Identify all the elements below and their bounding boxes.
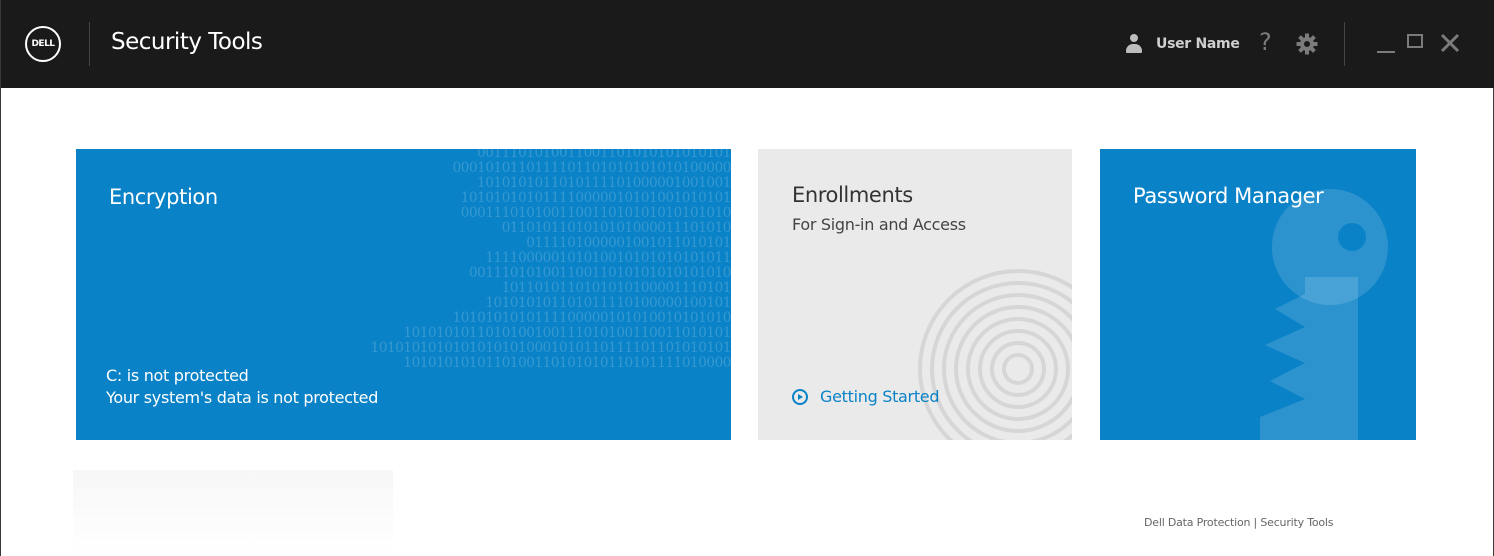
password-manager-tile[interactable]: Password Manager: [1100, 149, 1416, 440]
binary-row: 1010101011010111101000001001001: [477, 175, 731, 191]
binary-row: 1010101011010100100111010100110011010101: [403, 325, 731, 341]
binary-row: 0111101000001001011010101: [526, 235, 731, 251]
binary-row: 000111010100110011010101010101010: [460, 205, 731, 221]
encryption-title: Encryption: [109, 185, 218, 209]
binary-pattern: 0011101010011001101010101010101 000101011…: [311, 149, 731, 371]
binary-row: 00111010100110011010101010101010: [468, 265, 731, 281]
title-bar: DELL Security Tools User Name ?: [1, 0, 1494, 88]
app-window: DELL Security Tools User Name ? 00111010…: [0, 0, 1494, 556]
user-name[interactable]: User Name: [1156, 36, 1240, 52]
binary-row: 1010101010111100000101010010101010: [452, 310, 731, 326]
encryption-status: C: is not protected Your system's data i…: [106, 365, 378, 409]
title-divider: [89, 22, 90, 66]
app-title: Security Tools: [111, 29, 263, 55]
binary-row: 0110101101010101000011101010: [501, 220, 731, 236]
fingerprint-icon: [918, 269, 1072, 440]
user-icon[interactable]: [1125, 34, 1143, 54]
enrollments-subtitle: For Sign-in and Access: [792, 215, 966, 234]
enrollments-tile[interactable]: Enrollments For Sign-in and Access Getti…: [758, 149, 1072, 440]
getting-started-link[interactable]: Getting Started: [792, 387, 940, 406]
system-status-text: Your system's data is not protected: [106, 388, 379, 407]
maximize-icon[interactable]: [1403, 28, 1433, 58]
dell-logo: DELL: [25, 26, 61, 62]
binary-row: 101010101011110000010101001010101: [460, 190, 731, 206]
close-icon[interactable]: [1435, 28, 1465, 58]
enrollments-title: Enrollments: [792, 183, 913, 207]
footer-text: Dell Data Protection | Security Tools: [1144, 516, 1334, 529]
binary-row: 1010101010101010101000101011011110110101…: [370, 340, 731, 356]
binary-row: 1011010110101010100001110101: [501, 280, 731, 296]
logo-text: DELL: [31, 39, 55, 49]
getting-started-label: Getting Started: [820, 387, 940, 406]
gear-icon[interactable]: [1295, 32, 1319, 56]
minimize-icon[interactable]: [1372, 28, 1402, 58]
drive-status-text: C: is not protected: [106, 366, 249, 385]
binary-row: 111100000101010010101010101011: [485, 250, 731, 266]
binary-row: 0001010110111101101010101010100000: [452, 160, 731, 176]
help-icon[interactable]: ?: [1259, 28, 1272, 56]
arrow-circle-icon: [792, 388, 808, 405]
binary-row: 101010101101011110100000100101: [485, 295, 731, 311]
password-manager-title: Password Manager: [1133, 184, 1324, 208]
encryption-tile[interactable]: 0011101010011001101010101010101 000101011…: [76, 149, 731, 440]
decorative-fade: [73, 470, 393, 556]
window-controls-divider: [1344, 22, 1345, 66]
